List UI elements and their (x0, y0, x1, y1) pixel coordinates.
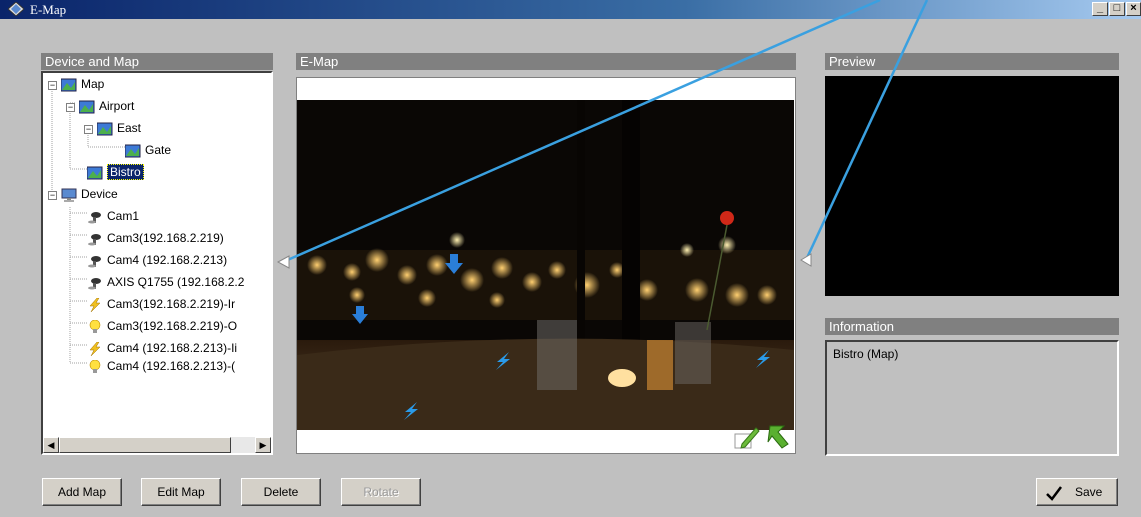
save-label: Save (1075, 485, 1103, 499)
checkmark-icon (1046, 486, 1062, 501)
callout-lines (276, 0, 929, 269)
delete-button[interactable]: Delete (241, 478, 321, 506)
edit-map-button[interactable]: Edit Map (141, 478, 221, 506)
rotate-button[interactable]: Rotate (341, 478, 421, 506)
save-button[interactable]: Save (1036, 478, 1118, 506)
add-map-button[interactable]: Add Map (42, 478, 122, 506)
